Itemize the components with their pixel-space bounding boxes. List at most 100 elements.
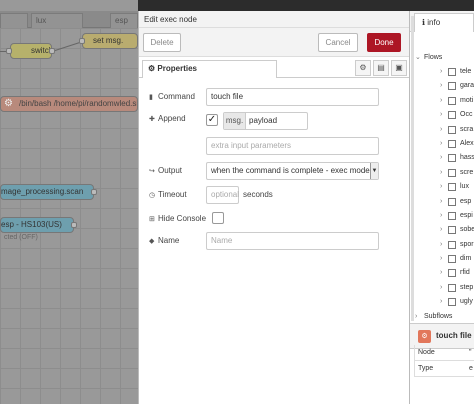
list-item[interactable]: › Occ (410, 108, 474, 122)
chevron-right-icon: › (440, 197, 443, 205)
name-input[interactable]: Name (206, 232, 379, 250)
flows-header[interactable]: ⌄ Flows (410, 51, 474, 65)
timeout-label: Timeout (158, 190, 187, 199)
flow-list: › tele › gara › moti › Occ › scra › Alex › hass › scre ›… (410, 65, 474, 310)
flow-icon (448, 111, 456, 120)
list-item[interactable]: › esp (410, 195, 474, 209)
node-info-table: Node " Type e (414, 345, 474, 377)
list-item[interactable]: › spor (410, 238, 474, 252)
flow-name: rfid (460, 269, 470, 277)
table-value: e (469, 365, 473, 372)
exec-node-label: /bin/bash /home/pi/randomwled.sh (19, 99, 138, 108)
list-item[interactable]: › step (410, 281, 474, 295)
chevron-right-icon: › (440, 211, 443, 219)
node-port[interactable] (71, 222, 77, 228)
flow-icon (448, 240, 456, 249)
chevron-down-icon: ⌄ (415, 54, 421, 61)
list-item[interactable]: › moti (410, 94, 474, 108)
list-item[interactable]: › lux (410, 180, 474, 194)
workspace-tab-lux[interactable]: lux (31, 13, 83, 28)
timeout-input[interactable]: optional (206, 186, 239, 204)
list-item[interactable]: › ugly (410, 295, 474, 309)
workspace-tab-esp[interactable]: esp (110, 13, 138, 28)
flow-name: step (460, 283, 474, 291)
hs103-node[interactable]: esp - HS103(US) (0, 217, 74, 233)
scan-node[interactable]: mage_processing.scan (0, 184, 94, 200)
chevron-right-icon: › (440, 154, 443, 162)
append-row: ✚ Append ✓ msg. payload (139, 112, 411, 130)
table-key: Type (418, 365, 434, 372)
done-button[interactable]: Done (367, 33, 401, 52)
chevron-right-icon: › (440, 255, 443, 263)
node-port[interactable] (79, 38, 85, 44)
list-item[interactable]: › gara (410, 79, 474, 93)
flow-name: scra (460, 125, 474, 133)
chevron-right-icon: › (440, 68, 443, 75)
output-label-wrap: ↪ Output (149, 166, 182, 175)
command-input[interactable]: touch file (206, 88, 379, 106)
tab-settings[interactable]: ⚙ (355, 60, 371, 76)
scan-node-label: mage_processing.scan (1, 187, 84, 196)
command-label: Command (158, 92, 195, 101)
delete-button[interactable]: Delete (143, 33, 181, 52)
flow-name: sobe (460, 226, 474, 234)
append-value: payload (249, 116, 278, 125)
tab-appearance[interactable]: ▣ (391, 60, 407, 76)
switch-node[interactable]: switch (10, 43, 52, 59)
name-row: ◆ Name Name (139, 232, 411, 250)
flow-name: Occ (460, 111, 473, 119)
chevron-right-icon: › (440, 240, 443, 248)
tab-info-label: info (427, 18, 441, 27)
tab-properties[interactable]: ⚙ Properties (142, 60, 277, 78)
chevron-right-icon: › (440, 82, 443, 90)
append-typed-input[interactable]: msg. payload (223, 112, 308, 130)
hideconsole-checkbox[interactable] (212, 212, 224, 224)
flow-icon (448, 269, 456, 278)
flow-icon (448, 68, 456, 76)
list-item[interactable]: › sobe (410, 223, 474, 237)
hideconsole-label-wrap: ⊞ Hide Console (149, 214, 206, 223)
flow-name: tele (460, 68, 472, 75)
flow-icon (448, 283, 456, 292)
flow-icon (448, 183, 456, 192)
node-port[interactable] (91, 189, 97, 195)
msg-type-prefix[interactable]: msg. (224, 113, 246, 129)
name-label: Name (158, 236, 180, 245)
list-item[interactable]: › tele (410, 65, 474, 79)
list-item[interactable]: › rfid (410, 266, 474, 280)
table-key: Node (418, 349, 435, 356)
list-item[interactable]: › Alex (410, 137, 474, 151)
tab-description[interactable]: ▤ (373, 60, 389, 76)
output-select-value: when the command is complete - exec mode (211, 166, 370, 175)
chevron-right-icon: › (440, 226, 443, 234)
workspace-tab-blank[interactable] (0, 13, 28, 28)
flow-name: dim (460, 255, 472, 263)
timeout-row: ◷ Timeout optional seconds (139, 186, 411, 204)
extra-params-input[interactable]: extra input parameters (206, 137, 379, 155)
flow-name: spor (460, 240, 474, 248)
output-select[interactable]: when the command is complete - exec mode… (206, 162, 379, 180)
chevron-right-icon: › (440, 269, 443, 277)
name-label-wrap: ◆ Name (149, 236, 179, 245)
change-node[interactable]: set msg. (82, 33, 138, 49)
flow-name: gara (460, 82, 474, 90)
subflows-header[interactable]: › Subflows (410, 310, 474, 324)
list-item[interactable]: › scre (410, 166, 474, 180)
cancel-button[interactable]: Cancel (318, 33, 358, 52)
list-item[interactable]: › dim (410, 252, 474, 266)
list-item[interactable]: › hass (410, 151, 474, 165)
node-port[interactable] (6, 48, 12, 54)
chevron-right-icon: › (440, 283, 443, 291)
flows-tree: ⌄ Flows › tele › gara › moti › Occ › scra › Alex › has… (410, 51, 474, 324)
chevron-right-icon: › (440, 168, 443, 176)
exec-node[interactable]: ⚙ /bin/bash /home/pi/randomwled.sh (0, 96, 138, 112)
chevron-right-icon: › (440, 139, 443, 147)
node-port[interactable] (49, 48, 55, 54)
list-item[interactable]: › scra (410, 123, 474, 137)
chevron-right-icon: › (440, 183, 443, 191)
file-icon: ▤ (377, 63, 385, 72)
append-checkbox[interactable]: ✓ (206, 114, 218, 126)
chevron-right-icon: › (440, 125, 443, 133)
list-item[interactable]: › espi (410, 209, 474, 223)
tab-info[interactable]: ℹ info (414, 13, 474, 32)
